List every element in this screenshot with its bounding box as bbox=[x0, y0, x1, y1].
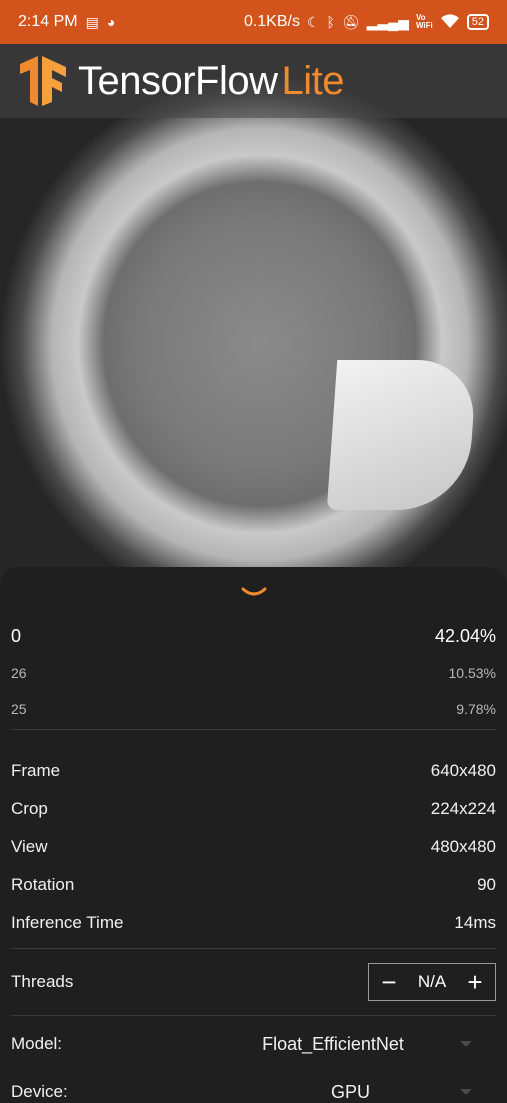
device-select[interactable]: GPU bbox=[206, 1082, 496, 1103]
inference-time-value: 14ms bbox=[454, 913, 496, 932]
battery-icon: 52 bbox=[466, 14, 489, 30]
camera-preview bbox=[0, 44, 507, 584]
result-score: 10.53% bbox=[448, 665, 496, 681]
view-value: 480x480 bbox=[430, 837, 496, 856]
app-notification-icon: ◕ bbox=[106, 14, 116, 30]
mute-icon: 🔕︎ bbox=[341, 14, 360, 30]
inference-time-row: Inference Time 14ms bbox=[11, 904, 496, 942]
model-selected-value: Float_EfficientNet bbox=[262, 1033, 404, 1054]
threads-increment-button[interactable]: + bbox=[463, 969, 487, 995]
result-label: 0 bbox=[11, 625, 22, 646]
model-row: Model: Float_EfficientNet bbox=[11, 1020, 496, 1068]
screen: 2:14 PM ▤ ◕ 0.1KB/s ☾ ᛒ 🔕︎ ▂▃▄▅ Vo WiFi … bbox=[0, 0, 507, 1103]
dropdown-arrow-icon bbox=[460, 1089, 472, 1095]
chevron-down-icon bbox=[241, 587, 266, 596]
crop-row: Crop 224x224 bbox=[11, 790, 496, 828]
rotation-label: Rotation bbox=[11, 875, 75, 894]
sheet-collapse-button[interactable] bbox=[11, 567, 496, 617]
model-select[interactable]: Float_EfficientNet bbox=[206, 1034, 496, 1055]
result-score: 9.78% bbox=[456, 701, 496, 717]
frame-row: Frame 640x480 bbox=[11, 752, 496, 790]
status-bar: 2:14 PM ▤ ◕ 0.1KB/s ☾ ᛒ 🔕︎ ▂▃▄▅ Vo WiFi … bbox=[0, 0, 507, 44]
vowifi-icon: Vo WiFi bbox=[415, 13, 433, 30]
threads-stepper: − N/A + bbox=[368, 963, 496, 1001]
divider bbox=[11, 729, 496, 730]
device-row: Device: GPU bbox=[11, 1068, 496, 1103]
rotation-value: 90 bbox=[477, 875, 496, 894]
result-label: 26 bbox=[11, 665, 27, 681]
result-row: 25 9.78% bbox=[11, 691, 496, 727]
wifi-icon bbox=[440, 13, 460, 31]
device-label: Device: bbox=[11, 1082, 68, 1101]
signal-icon: ▂▃▄▅ bbox=[366, 14, 409, 30]
network-speed: 0.1KB/s bbox=[243, 13, 300, 30]
threads-value: N/A bbox=[417, 972, 447, 991]
view-label: View bbox=[11, 837, 48, 856]
device-selected-value: GPU bbox=[330, 1081, 370, 1102]
bottom-sheet: 0 42.04% 26 10.53% 25 9.78% Frame 640x48… bbox=[0, 567, 507, 1103]
result-row: 26 10.53% bbox=[11, 655, 496, 691]
app-title: TensorFlow Lite bbox=[78, 58, 345, 104]
view-row: View 480x480 bbox=[11, 828, 496, 866]
threads-row: Threads − N/A + bbox=[11, 949, 496, 1015]
result-score: 42.04% bbox=[434, 625, 496, 646]
message-icon: ▤ bbox=[85, 14, 99, 30]
app-title-main: TensorFlow bbox=[78, 58, 278, 103]
app-title-accent: Lite bbox=[281, 58, 345, 103]
bluetooth-icon: ᛒ bbox=[326, 14, 335, 30]
frame-value: 640x480 bbox=[430, 761, 496, 780]
result-label: 25 bbox=[11, 701, 27, 717]
status-time: 2:14 PM bbox=[18, 13, 78, 30]
moon-icon: ☾ bbox=[306, 14, 320, 30]
frame-label: Frame bbox=[11, 761, 61, 780]
crop-label: Crop bbox=[11, 799, 48, 818]
model-label: Model: bbox=[11, 1034, 63, 1053]
threads-label: Threads bbox=[11, 972, 74, 991]
app-bar: TensorFlow Lite bbox=[0, 44, 507, 118]
camera-image bbox=[0, 44, 507, 584]
tensorflow-logo-icon bbox=[20, 56, 66, 106]
dropdown-arrow-icon bbox=[460, 1041, 472, 1047]
crop-value: 224x224 bbox=[430, 799, 496, 818]
result-row: 0 42.04% bbox=[11, 617, 496, 655]
inference-time-label: Inference Time bbox=[11, 913, 124, 932]
divider bbox=[11, 1015, 496, 1016]
threads-decrement-button[interactable]: − bbox=[377, 969, 401, 995]
rotation-row: Rotation 90 bbox=[11, 866, 496, 904]
